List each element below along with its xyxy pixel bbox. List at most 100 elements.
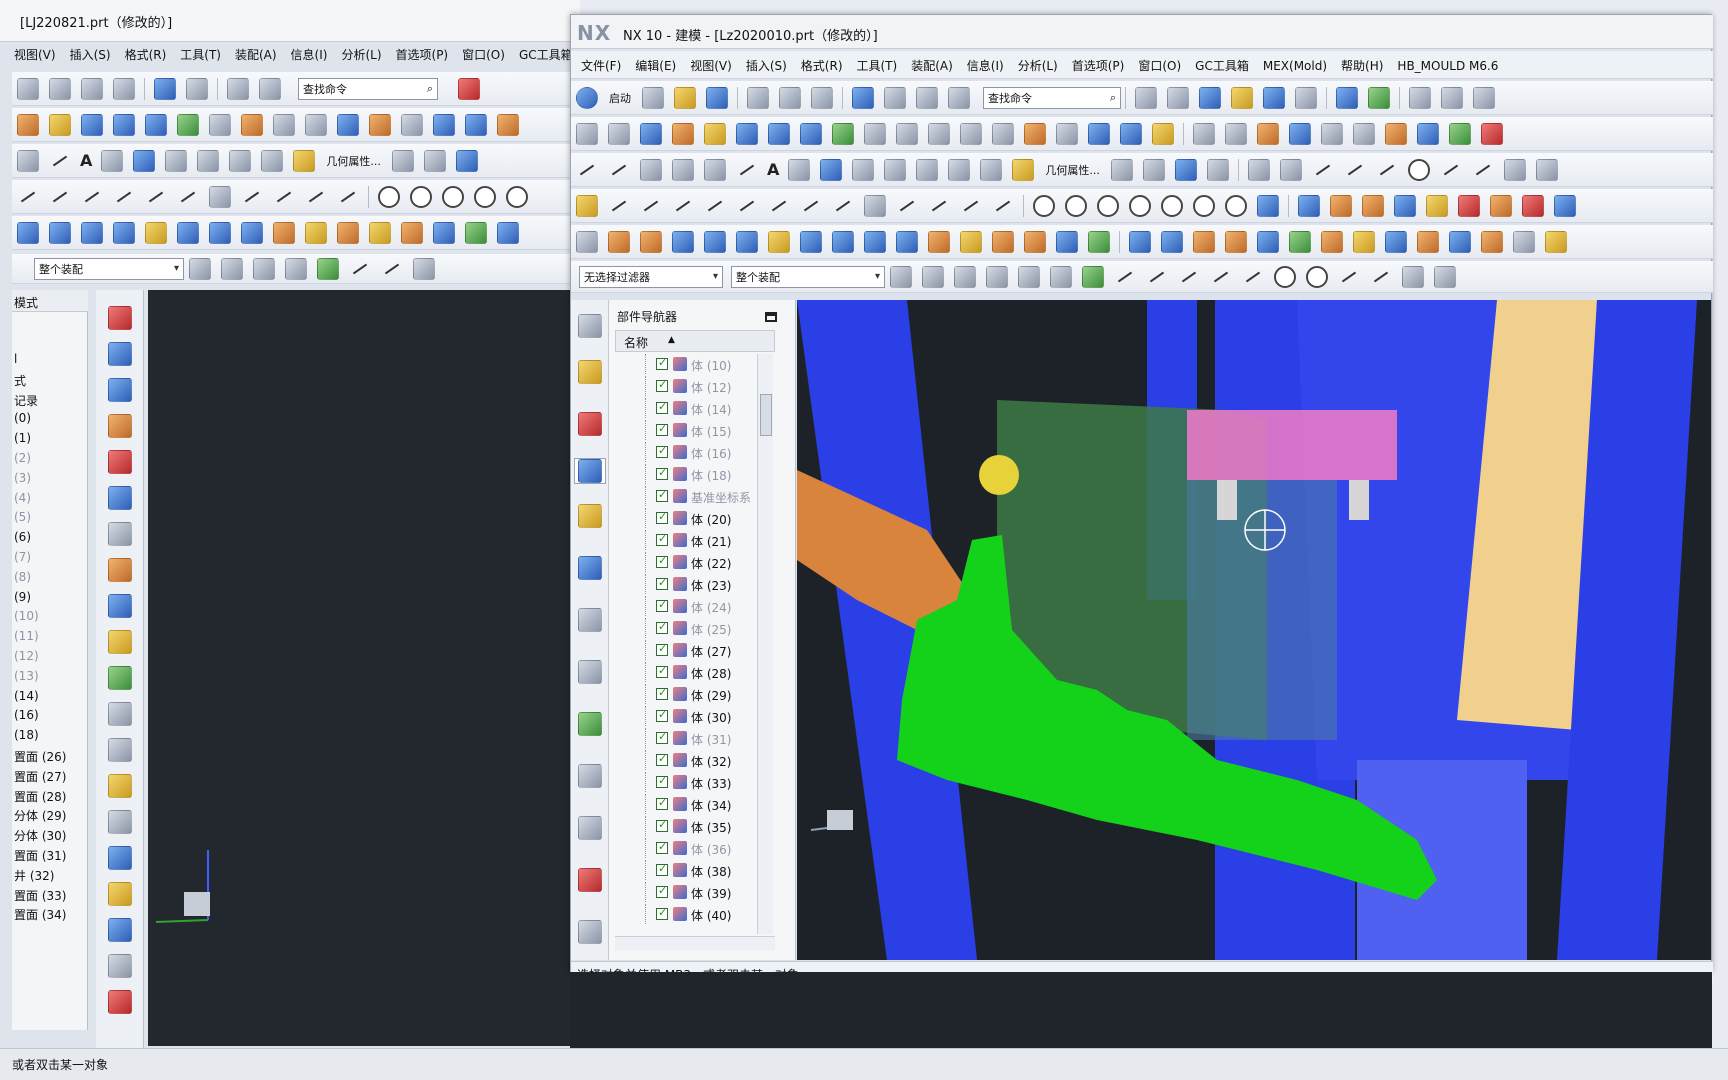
background-icon[interactable] (1295, 86, 1317, 109)
bg-nav-item[interactable]: 井 (32) (14, 867, 54, 884)
tool-icon-14[interactable] (107, 774, 132, 798)
snap-point-icon[interactable] (317, 257, 339, 280)
electrode-icon[interactable] (1257, 230, 1279, 253)
snap-existing-icon[interactable] (1338, 266, 1360, 288)
bg-menu-item[interactable]: 装配(A) (235, 46, 277, 63)
surface-icon[interactable] (81, 113, 103, 136)
revolve-icon[interactable] (704, 122, 726, 145)
bg-nav-item[interactable]: (0) (14, 411, 31, 425)
bounded-plane-icon[interactable] (1056, 122, 1078, 145)
navigator-row[interactable]: 体 (15) (615, 420, 755, 440)
table-icon[interactable] (1409, 86, 1431, 109)
bg-menu-item[interactable]: 工具(T) (180, 46, 221, 63)
sketch-icon[interactable] (576, 122, 598, 145)
straight-line-icon[interactable] (1344, 159, 1366, 181)
navigator-row[interactable]: 体 (34) (615, 794, 755, 814)
visibility-checkbox[interactable] (656, 356, 668, 370)
mold-tool-6-icon[interactable] (1458, 194, 1480, 217)
settings-icon[interactable] (1473, 86, 1495, 109)
visualization-icon[interactable] (577, 712, 602, 736)
insert-icon[interactable] (1225, 230, 1247, 253)
groove-icon[interactable] (896, 230, 918, 253)
undo-icon[interactable] (154, 77, 176, 100)
intersect-curve-icon[interactable] (852, 158, 875, 181)
slot-icon[interactable] (209, 221, 231, 244)
helix-icon[interactable] (113, 186, 135, 208)
constraint-icon[interactable] (1257, 194, 1279, 217)
paste-icon[interactable] (811, 86, 833, 109)
cone-icon[interactable] (81, 221, 103, 244)
join-icon[interactable] (229, 149, 252, 172)
navigator-row[interactable]: 体 (24) (615, 596, 755, 616)
line-icon[interactable] (49, 150, 71, 172)
bend2-icon[interactable] (273, 186, 295, 208)
tool-icon-16[interactable] (107, 846, 132, 870)
arrow-icon[interactable] (337, 186, 359, 208)
cut-icon[interactable] (747, 86, 769, 109)
bg-nav-item[interactable]: (12) (14, 649, 39, 663)
main-menu-item[interactable]: 信息(I) (967, 57, 1004, 74)
n-sided-icon[interactable] (864, 122, 886, 145)
visibility-checkbox[interactable] (656, 422, 668, 436)
visibility-checkbox[interactable] (656, 906, 668, 920)
geom-props-icon[interactable] (1012, 158, 1035, 181)
bg-menu-item[interactable]: 视图(V) (14, 46, 56, 63)
ejector-icon[interactable] (1088, 230, 1110, 253)
navigator-row[interactable]: 体 (25) (615, 618, 755, 638)
mold-tool-7-icon[interactable] (1490, 194, 1512, 217)
tool-icon-12[interactable] (107, 702, 132, 726)
navigator-row[interactable]: 体 (31) (615, 728, 755, 748)
slot-icon[interactable] (864, 230, 886, 253)
runner-icon[interactable] (1353, 230, 1375, 253)
draft-icon[interactable] (1353, 122, 1375, 145)
sphere-icon[interactable] (113, 221, 135, 244)
bg-nav-item[interactable]: 分体 (29) (14, 807, 66, 824)
bg-nav-item[interactable]: 置面 (28) (14, 788, 66, 805)
pad-icon[interactable] (832, 230, 854, 253)
mold-tool-4-icon[interactable] (1394, 194, 1416, 217)
dots-icon[interactable] (369, 221, 391, 244)
bg-nav-item[interactable]: 记录 (14, 392, 38, 409)
cut-icon[interactable] (49, 77, 71, 100)
bg-menu-item[interactable]: GC工具箱 (519, 46, 573, 63)
copy-icon[interactable] (81, 77, 103, 100)
cooling-icon[interactable] (1289, 230, 1311, 253)
datum-plane-icon[interactable] (608, 122, 630, 145)
mirror-icon[interactable] (455, 149, 478, 172)
snap-icon[interactable] (253, 257, 275, 280)
face-icon[interactable] (177, 113, 199, 136)
project-curve-icon[interactable] (820, 158, 843, 181)
snap-center-icon[interactable] (1274, 265, 1296, 288)
snap-curve-icon[interactable] (1370, 266, 1392, 288)
delete-face-icon[interactable] (1193, 122, 1215, 145)
groove-icon[interactable] (241, 221, 263, 244)
reuse-library-icon[interactable] (577, 504, 602, 528)
book-icon[interactable] (497, 221, 519, 244)
bg-nav-item[interactable]: (13) (14, 669, 39, 683)
move-face-icon[interactable] (1289, 122, 1311, 145)
main-menu-item[interactable]: 装配(A) (911, 57, 953, 74)
transform-icon[interactable] (1368, 86, 1390, 109)
bg-search-input[interactable]: 查找命令 ⌕ (298, 77, 438, 100)
main-menu-item[interactable]: 工具(T) (857, 57, 898, 74)
visibility-checkbox[interactable] (656, 576, 668, 590)
offset-surface-icon[interactable] (928, 122, 950, 145)
sphere-icon[interactable] (704, 230, 726, 253)
redo-icon[interactable] (186, 77, 208, 100)
offset-curve-icon[interactable] (948, 158, 971, 181)
bg-nav-item[interactable]: (9) (14, 590, 31, 604)
sketch-icon[interactable] (49, 113, 71, 136)
snap-perp-icon[interactable] (1242, 266, 1264, 288)
bracket-icon[interactable] (960, 195, 982, 217)
visibility-checkbox[interactable] (656, 532, 668, 546)
bg-nav-item[interactable]: (11) (14, 629, 39, 643)
pattern-icon[interactable] (305, 221, 327, 244)
boss-icon[interactable] (145, 221, 167, 244)
deselect-icon[interactable] (954, 265, 976, 288)
navigator-row[interactable]: 体 (10) (615, 354, 755, 374)
wcs-icon[interactable] (1263, 86, 1285, 109)
fillet-icon[interactable] (1440, 159, 1462, 181)
tool-icon-13[interactable] (107, 738, 132, 762)
transparent-slide[interactable] (1187, 480, 1337, 740)
cylinder-icon[interactable] (640, 230, 662, 253)
